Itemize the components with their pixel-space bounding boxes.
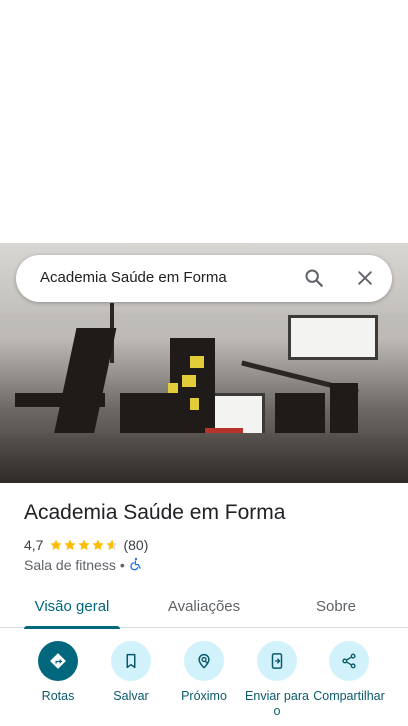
tab-label: Avaliações xyxy=(167,597,241,615)
star-icon xyxy=(92,539,105,551)
wheelchair-icon xyxy=(129,557,143,574)
tab-about[interactable]: Sobre xyxy=(292,584,380,628)
rating-value: 4,7 xyxy=(24,537,44,553)
star-icon xyxy=(78,539,91,551)
tab-reviews[interactable]: Avaliações xyxy=(156,584,252,628)
send-to-phone-button[interactable]: Enviar para o xyxy=(240,641,314,719)
send-to-phone-icon xyxy=(257,641,297,681)
rating-stars xyxy=(49,538,119,552)
search-query[interactable]: Academia Saúde em Forma xyxy=(40,269,227,286)
place-category: Sala de fitness xyxy=(24,557,116,573)
save-button[interactable]: Salvar xyxy=(94,641,168,704)
search-icon[interactable] xyxy=(302,266,326,290)
star-icon xyxy=(50,539,63,551)
separator-dot: • xyxy=(119,557,125,573)
star-icon xyxy=(64,539,77,551)
directions-button[interactable]: Rotas xyxy=(21,641,95,704)
action-label: Rotas xyxy=(41,689,75,703)
star-half-icon xyxy=(106,539,119,551)
action-label: Compartilhar xyxy=(313,689,385,703)
active-tab-indicator xyxy=(24,626,120,629)
action-label: Próximo xyxy=(181,689,227,703)
place-name: Academia Saúde em Forma xyxy=(24,501,286,524)
place-tabs: Visão geral Avaliações Sobre xyxy=(0,584,408,629)
map-area-blank xyxy=(0,0,408,243)
nearby-icon xyxy=(184,641,224,681)
close-icon[interactable] xyxy=(353,266,377,290)
category-row: Sala de fitness • xyxy=(24,556,143,574)
review-count[interactable]: (80) xyxy=(123,537,148,553)
tab-overview[interactable]: Visão geral xyxy=(24,584,120,629)
action-label: Salvar xyxy=(113,689,149,703)
search-bar[interactable]: Academia Saúde em Forma xyxy=(16,255,392,302)
share-button[interactable]: Compartilhar xyxy=(312,641,386,704)
nearby-button[interactable]: Próximo xyxy=(167,641,241,704)
directions-icon xyxy=(38,641,78,681)
tab-label: Visão geral xyxy=(34,597,110,615)
rating-row[interactable]: 4,7 (80) xyxy=(24,536,148,554)
share-icon xyxy=(329,641,369,681)
bookmark-icon xyxy=(111,641,151,681)
tab-label: Sobre xyxy=(315,597,357,615)
action-label: Enviar para o xyxy=(245,689,309,718)
